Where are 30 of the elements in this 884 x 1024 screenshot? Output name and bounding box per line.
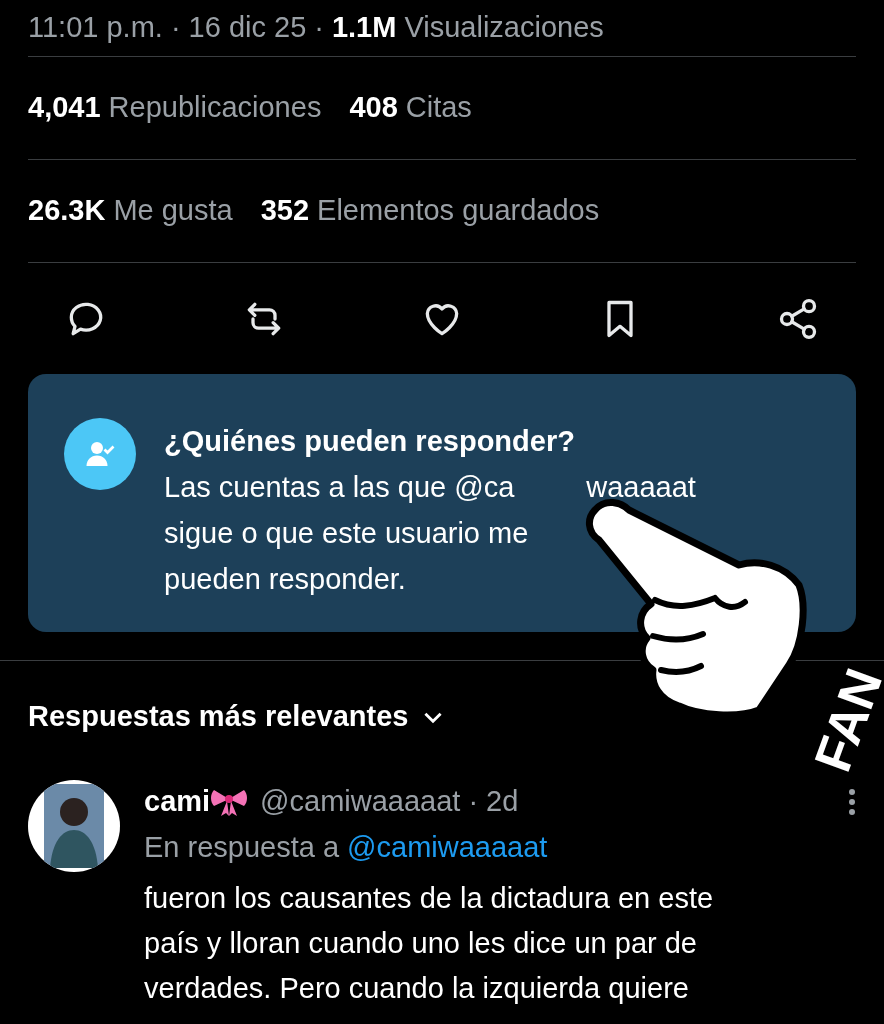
stat-count[interactable]: 26.3K: [28, 189, 106, 233]
stat-label[interactable]: Elementos guardados: [317, 189, 600, 233]
post-time: 11:01 p.m.: [28, 10, 163, 46]
user-handle[interactable]: @camiwaaaaat: [260, 780, 461, 824]
sort-replies-dropdown[interactable]: Respuestas más relevantes: [28, 694, 447, 739]
separator-dot: ·: [170, 10, 181, 46]
notice-text: waaaaat: [586, 470, 696, 505]
stat-count[interactable]: 408: [349, 86, 398, 130]
more-options-icon[interactable]: [848, 788, 856, 816]
stat-label[interactable]: Me gusta: [113, 189, 233, 233]
mention-link[interactable]: @camiwaaaaat: [347, 826, 548, 870]
post-age: 2d: [486, 784, 519, 820]
views-label: Visualizaciones: [404, 10, 604, 46]
stat-label[interactable]: Citas: [405, 86, 472, 130]
notice-text: Las cuentas a las que @ca: [164, 470, 515, 505]
stat-label[interactable]: Republicaciones: [108, 86, 322, 130]
stat-count[interactable]: 352: [260, 189, 310, 233]
reply-text: fueron los causantes de la dictadura en este país y lloran cuando uno les dice un par de verdades. Pero cuando la izquierda quiere: [144, 881, 715, 1006]
notice-text: pueden responder.: [164, 562, 407, 597]
separator-dot: ·: [468, 784, 479, 820]
bow-icon: [210, 787, 249, 817]
separator-dot: ·: [314, 10, 324, 46]
stat-count[interactable]: 4,041: [28, 86, 101, 130]
post-date: 16 dic 25: [188, 10, 307, 46]
in-reply-to-label: En respuesta a: [144, 830, 340, 866]
notice-title: ¿Quiénes pueden responder?: [164, 424, 576, 459]
display-name[interactable]: cami: [144, 780, 211, 824]
views-count: 1.1M: [331, 10, 397, 46]
sticker-text: FAN: [806, 662, 884, 778]
notice-text: sigue o que este usuario me: [164, 516, 530, 551]
